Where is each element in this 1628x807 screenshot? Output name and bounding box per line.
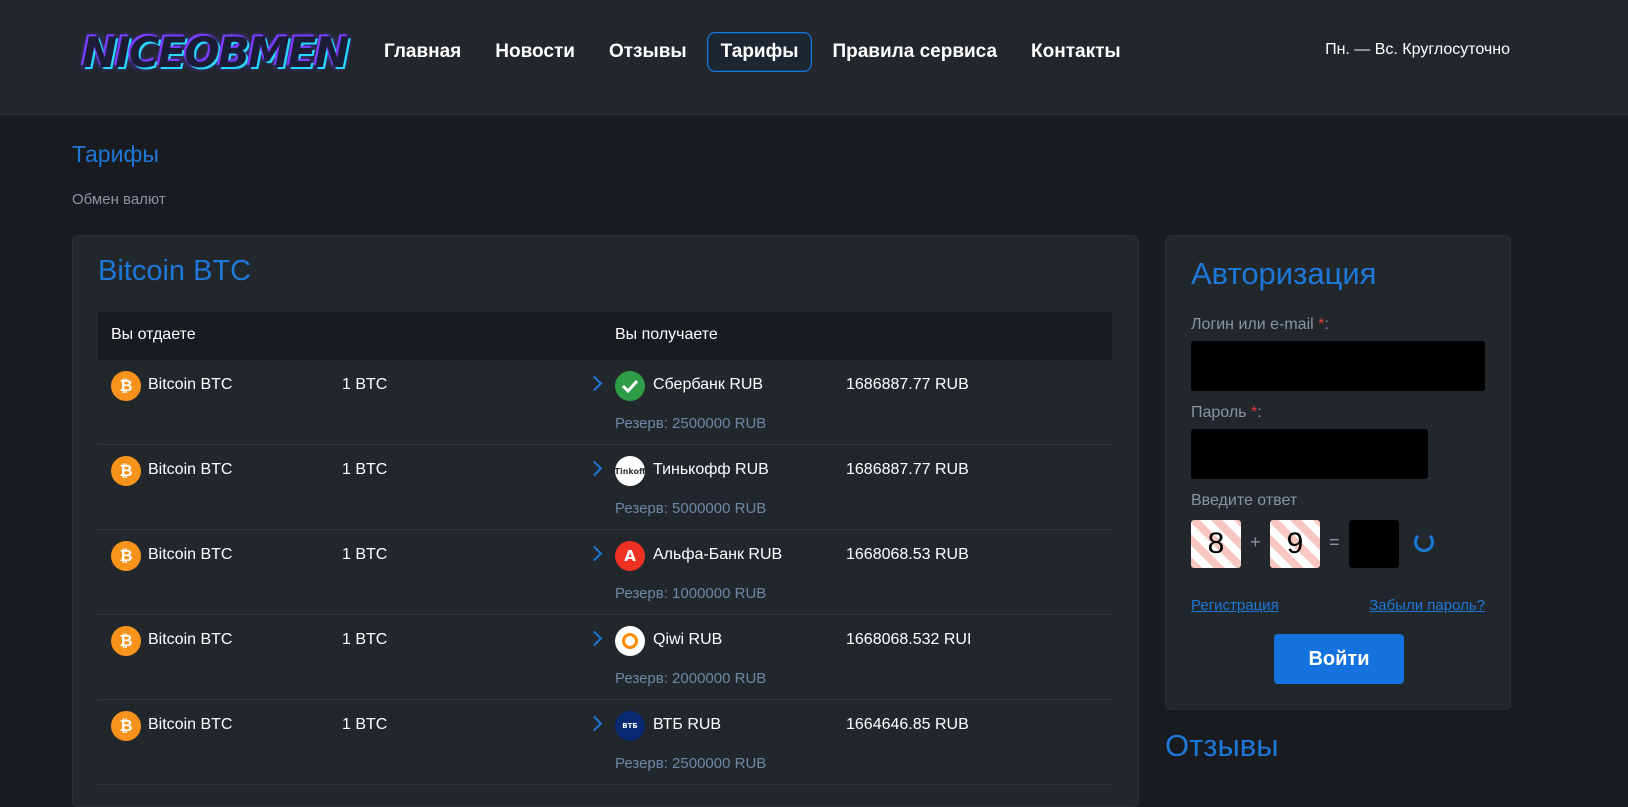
- column-give: Вы отдаете: [111, 326, 196, 343]
- table-row[interactable]: ₿ Bitcoin BTC 1 BTC ВТБ ВТБ RUB 1664646.…: [98, 700, 1112, 785]
- nav-tariffs[interactable]: Тарифы: [706, 32, 813, 72]
- reserve-amount: Резерв: 2000000 RUB: [615, 670, 767, 687]
- give-amount: 1 BTC: [342, 461, 388, 478]
- reserve-amount: Резерв: 2500000 RUB: [615, 415, 767, 432]
- login-input[interactable]: [1191, 341, 1485, 391]
- password-label-text: Пароль: [1191, 404, 1247, 421]
- table-row[interactable]: ₿ Bitcoin BTC 1 BTC Сбербанк RUB 1686887…: [98, 360, 1112, 445]
- give-amount: 1 BTC: [342, 546, 388, 563]
- refresh-icon[interactable]: [1414, 532, 1434, 552]
- captcha-number-b: 9: [1270, 520, 1320, 568]
- rates-table: Вы отдаете Вы получаете ₿ Bitcoin BTC 1 …: [98, 312, 1112, 785]
- alfabank-icon: А: [615, 541, 645, 571]
- get-currency: Альфа-Банк RUB: [653, 546, 783, 563]
- column-get: Вы получаете: [615, 326, 718, 343]
- give-currency: Bitcoin BTC: [148, 716, 233, 733]
- reserve-amount: Резерв: 5000000 RUB: [615, 500, 767, 517]
- nav-reviews[interactable]: Отзывы: [595, 32, 701, 72]
- nav-news[interactable]: Новости: [481, 32, 589, 72]
- give-amount: 1 BTC: [342, 631, 388, 648]
- get-amount: 1686887.77 RUB: [846, 376, 969, 393]
- give-currency: Bitcoin BTC: [148, 461, 233, 478]
- bitcoin-icon: ₿: [111, 541, 141, 571]
- working-hours: Пн. — Вс. Круглосуточно: [1325, 41, 1510, 58]
- forgot-password-link[interactable]: Забыли пароль?: [1369, 597, 1485, 614]
- rates-title: Bitcoin BTC: [98, 255, 252, 287]
- nav-rules[interactable]: Правила сервиса: [818, 32, 1011, 72]
- password-label: Пароль *:: [1191, 404, 1262, 422]
- main-nav: Главная Новости Отзывы Тарифы Правила се…: [370, 32, 1141, 72]
- site-logo[interactable]: NICEOBMEN: [82, 18, 350, 88]
- reserve-amount: Резерв: 2500000 RUB: [615, 755, 767, 772]
- chevron-right-icon: [586, 630, 603, 647]
- bitcoin-icon: ₿: [111, 371, 141, 401]
- give-currency: Bitcoin BTC: [148, 631, 233, 648]
- get-currency: ВТБ RUB: [653, 716, 722, 733]
- logo-text: NICEOBMEN: [82, 28, 350, 77]
- chevron-right-icon: [586, 460, 603, 477]
- give-currency: Bitcoin BTC: [148, 546, 233, 563]
- nav-contacts[interactable]: Контакты: [1017, 32, 1135, 72]
- page-title: Тарифы: [72, 141, 159, 167]
- site-header: NICEOBMEN Главная Новости Отзывы Тарифы …: [0, 0, 1628, 115]
- get-currency: Qiwi RUB: [653, 631, 723, 648]
- give-currency: Bitcoin BTC: [148, 376, 233, 393]
- nav-home[interactable]: Главная: [370, 32, 475, 72]
- reviews-title: Отзывы: [1165, 728, 1279, 763]
- login-label-text: Логин или e-mail: [1191, 316, 1314, 333]
- captcha-input[interactable]: [1349, 520, 1399, 568]
- qiwi-icon: [615, 626, 645, 656]
- breadcrumb: Обмен валют: [72, 191, 166, 208]
- give-amount: 1 BTC: [342, 376, 388, 393]
- reserve-amount: Резерв: 1000000 RUB: [615, 585, 767, 602]
- get-amount: 1686887.77 RUB: [846, 461, 969, 478]
- get-amount: 1668068.532 RUI: [846, 631, 972, 648]
- login-button[interactable]: Войти: [1274, 634, 1404, 684]
- captcha-number-a: 8: [1191, 520, 1241, 568]
- auth-title: Авторизация: [1191, 256, 1377, 291]
- bitcoin-icon: ₿: [111, 626, 141, 656]
- captcha-label: Введите ответ: [1191, 492, 1298, 509]
- login-label: Логин или e-mail *:: [1191, 316, 1329, 334]
- get-currency: Тинькофф RUB: [653, 461, 769, 478]
- get-amount: 1668068.53 RUB: [846, 546, 969, 563]
- table-row[interactable]: ₿ Bitcoin BTC 1 BTC Qiwi RUB 1668068.532…: [98, 615, 1112, 700]
- vtb-icon: ВТБ: [615, 711, 645, 741]
- label-colon: :: [1257, 404, 1262, 421]
- table-row[interactable]: ₿ Bitcoin BTC 1 BTC А Альфа-Банк RUB 166…: [98, 530, 1112, 615]
- get-amount: 1664646.85 RUB: [846, 716, 969, 733]
- table-header: Вы отдаете Вы получаете: [98, 312, 1112, 360]
- chevron-right-icon: [586, 375, 603, 392]
- register-link[interactable]: Регистрация: [1191, 597, 1279, 614]
- chevron-right-icon: [586, 715, 603, 732]
- table-row[interactable]: ₿ Bitcoin BTC 1 BTC Tinkoff Тинькофф RUB…: [98, 445, 1112, 530]
- bitcoin-icon: ₿: [111, 711, 141, 741]
- label-colon: :: [1324, 316, 1329, 333]
- chevron-right-icon: [586, 545, 603, 562]
- give-amount: 1 BTC: [342, 716, 388, 733]
- password-input[interactable]: [1191, 429, 1428, 479]
- captcha-equals: =: [1329, 532, 1340, 552]
- rates-panel: Bitcoin BTC Вы отдаете Вы получаете ₿ Bi…: [72, 235, 1139, 807]
- captcha-plus: +: [1250, 532, 1261, 552]
- tinkoff-icon: Tinkoff: [615, 456, 646, 486]
- auth-panel: Авторизация Логин или e-mail *: Пароль *…: [1165, 235, 1511, 710]
- get-currency: Сбербанк RUB: [653, 376, 764, 393]
- sberbank-icon: [615, 371, 645, 401]
- bitcoin-icon: ₿: [111, 456, 141, 486]
